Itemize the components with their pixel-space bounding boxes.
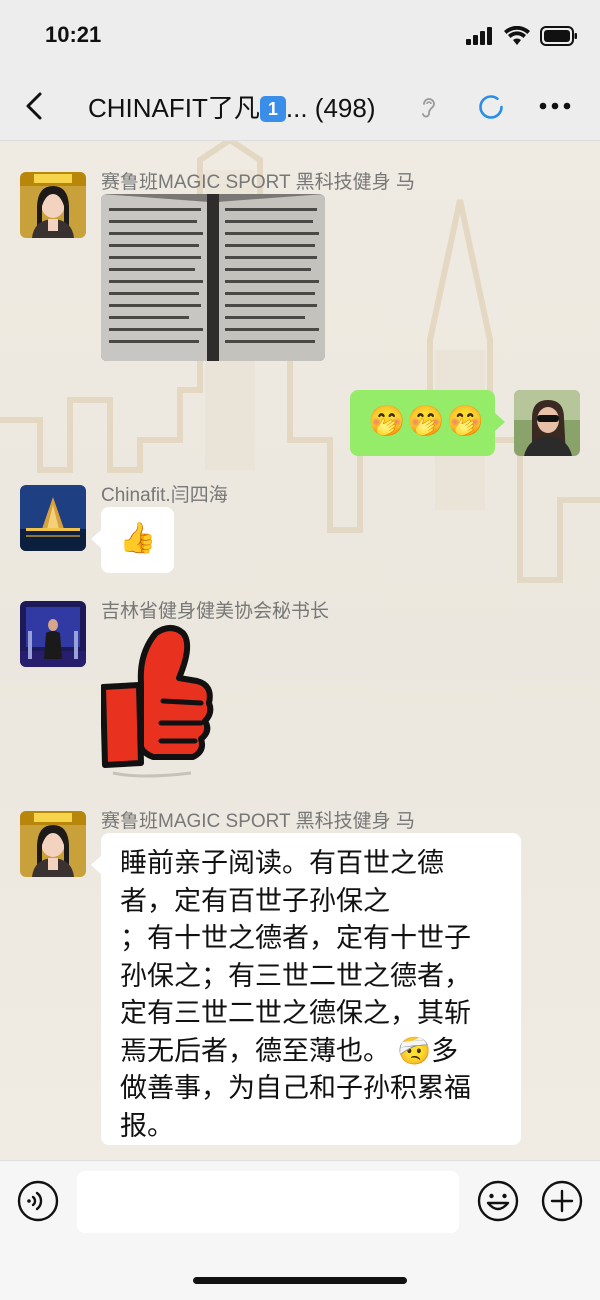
emoji-message[interactable]: 👍 xyxy=(101,507,174,573)
voice-icon[interactable] xyxy=(16,1179,60,1223)
plus-icon[interactable] xyxy=(540,1179,584,1223)
ear-mode-icon xyxy=(422,98,435,118)
message-line: 睡前亲子阅读。有百世之德 xyxy=(120,848,444,878)
bubble-tail xyxy=(91,856,101,874)
back-arrow-icon[interactable] xyxy=(20,90,50,122)
avatar-self[interactable] xyxy=(514,390,580,456)
avatar-jilin[interactable] xyxy=(20,601,86,667)
emoji-content: 🤭🤭🤭 xyxy=(368,405,487,438)
loading-spinner-icon xyxy=(479,95,503,119)
message-line: 焉无后者，德至薄也。 🤕多 xyxy=(120,1035,459,1066)
battery-icon xyxy=(540,26,577,46)
avatar-sender-ma[interactable] xyxy=(20,811,86,877)
message-line: 者，定有百世子孙保之 xyxy=(120,885,390,916)
avatar-sender-ma[interactable] xyxy=(20,172,86,238)
sender-name: 吉林省健身健美协会秘书长 xyxy=(101,601,330,622)
thumbs-up-emoji: 👍 xyxy=(119,522,157,555)
bubble-tail xyxy=(91,530,101,548)
message-line: 报。 xyxy=(120,1110,174,1141)
bubble-tail xyxy=(495,413,505,431)
thumbs-up-sticker[interactable] xyxy=(101,623,216,783)
sender-name: 赛鲁班MAGIC SPORT 黑科技健身 马 xyxy=(101,811,415,832)
message-line: 做善事，为自己和子孙积累福 xyxy=(120,1073,471,1103)
message-text: 睡前亲子阅读。有百世之德 者，定有百世子孙保之 ；有十世之德者，定有十世子 孙保… xyxy=(120,845,505,1145)
more-options-icon[interactable] xyxy=(539,102,571,110)
self-emoji-message[interactable]: 🤭🤭🤭 xyxy=(350,390,495,456)
sender-name: Chinafit.闫四海 xyxy=(101,485,228,506)
status-time: 10:21 xyxy=(45,22,102,47)
emoji-icon[interactable] xyxy=(476,1179,520,1223)
chat-title[interactable]: CHINAFIT了凡 1... (498) xyxy=(88,88,376,125)
message-line: ；有十世之德者，定有十世子 xyxy=(120,923,471,953)
status-bar: 10:21 xyxy=(0,0,600,72)
title-text: CHINAFIT了凡 xyxy=(88,93,260,123)
wifi-icon xyxy=(504,26,530,45)
message-line: 定有三世二世之德保之，其斩 xyxy=(120,998,471,1028)
signal-icon xyxy=(466,27,492,45)
system-icons xyxy=(466,26,578,46)
image-message[interactable] xyxy=(101,194,325,361)
keycap-one-icon: 1 xyxy=(259,96,286,122)
book-pages-image xyxy=(101,194,325,361)
sender-name: 赛鲁班MAGIC SPORT 黑科技健身 马 xyxy=(101,172,415,193)
message-input[interactable] xyxy=(77,1171,459,1233)
chat-header: CHINAFIT了凡 1... (498) xyxy=(0,72,600,141)
avatar-chinafit[interactable] xyxy=(20,485,86,551)
member-count: (498) xyxy=(314,93,376,123)
message-line: 孙保之；有三世二世之德者， xyxy=(120,960,471,991)
home-indicator xyxy=(193,1277,407,1284)
title-ellipsis: ... xyxy=(285,93,308,123)
